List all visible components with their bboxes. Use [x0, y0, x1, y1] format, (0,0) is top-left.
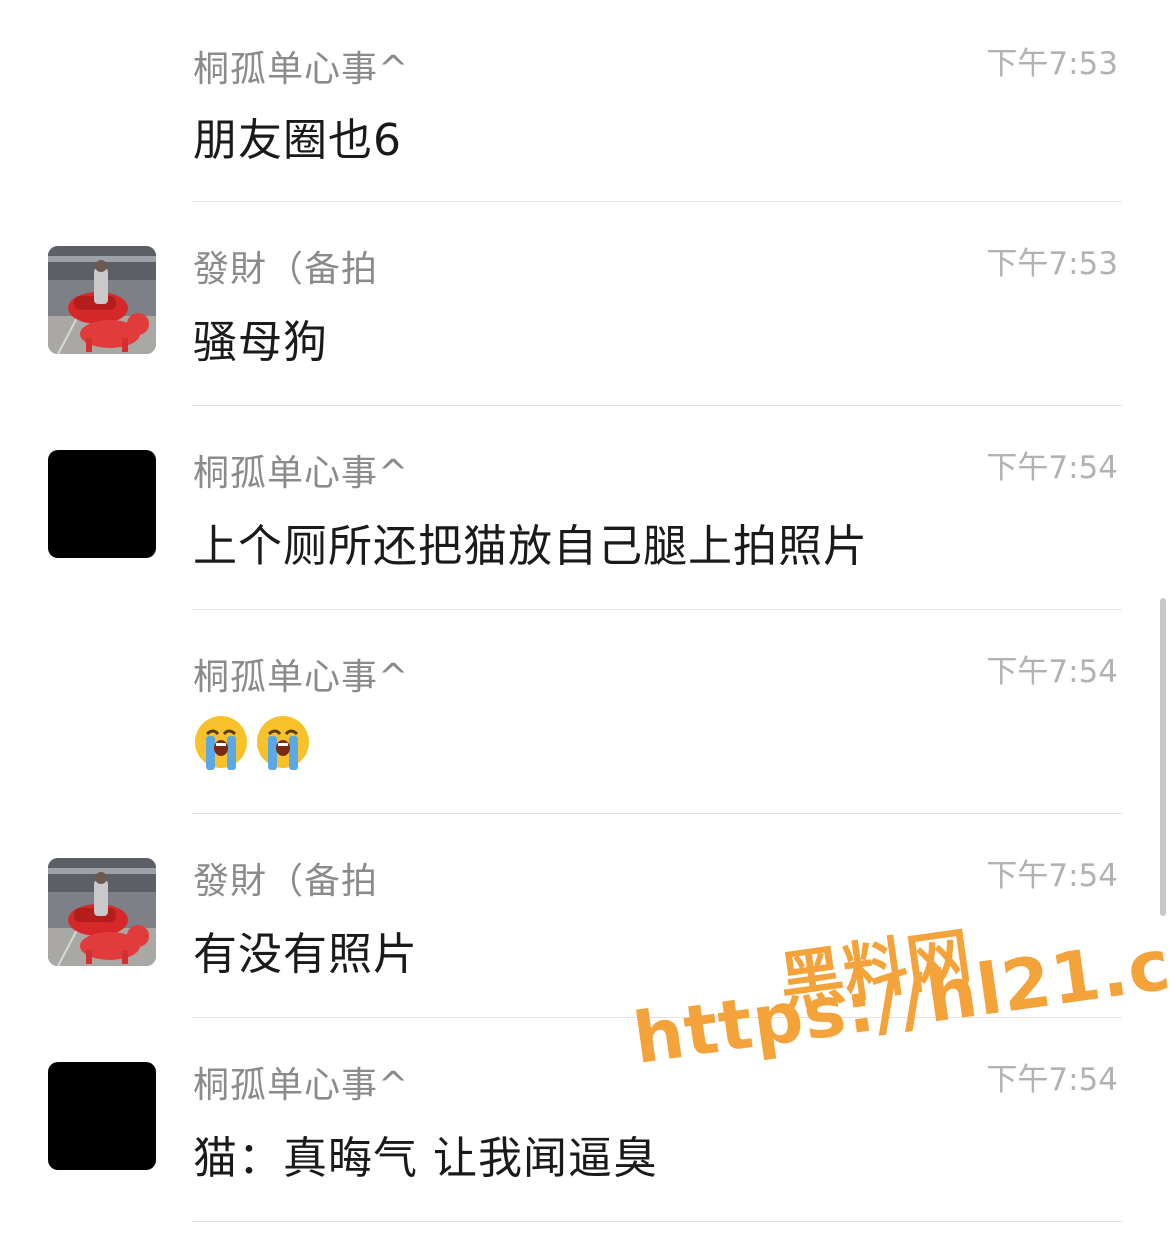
message-time: 下午7:54 — [986, 450, 1118, 486]
message-list: 桐孤单心事^ 下午7:53 朋友圈也6 發財（备拍 下午7:53 骚母狗 桐孤单… — [0, 0, 1170, 1222]
sender-name: 桐孤单心事^ — [193, 453, 410, 494]
message-row[interactable]: 桐孤单心事^ 下午7:54 — [0, 610, 1170, 814]
sender-name: 發財（备拍 — [193, 249, 379, 290]
chat-screen: 桐孤单心事^ 下午7:53 朋友圈也6 發財（备拍 下午7:53 骚母狗 桐孤单… — [0, 0, 1170, 1244]
message-text: 猫：真晦气 让我闻逼臭 — [193, 1133, 658, 1184]
message-text: 有没有照片 — [193, 929, 418, 980]
avatar[interactable] — [48, 858, 156, 966]
divider — [192, 1221, 1122, 1222]
sender-name: 桐孤单心事^ — [193, 1065, 410, 1106]
avatar[interactable] — [48, 1062, 156, 1170]
avatar[interactable] — [48, 450, 156, 558]
loudly-crying-face-icon — [195, 716, 247, 770]
avatar[interactable] — [48, 246, 156, 354]
message-row[interactable]: 桐孤单心事^ 下午7:54 猫：真晦气 让我闻逼臭 — [0, 1018, 1170, 1222]
message-row[interactable]: 發財（备拍 下午7:54 有没有照片 — [0, 814, 1170, 1018]
message-time: 下午7:53 — [986, 246, 1118, 282]
message-row[interactable]: 發財（备拍 下午7:53 骚母狗 — [0, 202, 1170, 406]
message-emoji-row — [193, 714, 311, 772]
message-time: 下午7:54 — [986, 858, 1118, 894]
message-text: 朋友圈也6 — [193, 115, 402, 166]
sender-name: 發財（备拍 — [193, 861, 379, 902]
message-row[interactable]: 桐孤单心事^ 下午7:53 朋友圈也6 — [0, 0, 1170, 202]
avatar-photo — [48, 858, 156, 966]
message-time: 下午7:54 — [986, 1062, 1118, 1098]
avatar-photo — [48, 246, 156, 354]
message-time: 下午7:53 — [986, 46, 1118, 82]
message-time: 下午7:54 — [986, 654, 1118, 690]
message-text: 上个厕所还把猫放自己腿上拍照片 — [193, 521, 868, 572]
message-row[interactable]: 桐孤单心事^ 下午7:54 上个厕所还把猫放自己腿上拍照片 — [0, 406, 1170, 610]
scrollbar[interactable] — [1160, 598, 1166, 916]
sender-name: 桐孤单心事^ — [193, 657, 410, 698]
message-text: 骚母狗 — [193, 317, 328, 368]
loudly-crying-face-icon — [257, 716, 309, 770]
sender-name: 桐孤单心事^ — [193, 49, 410, 90]
